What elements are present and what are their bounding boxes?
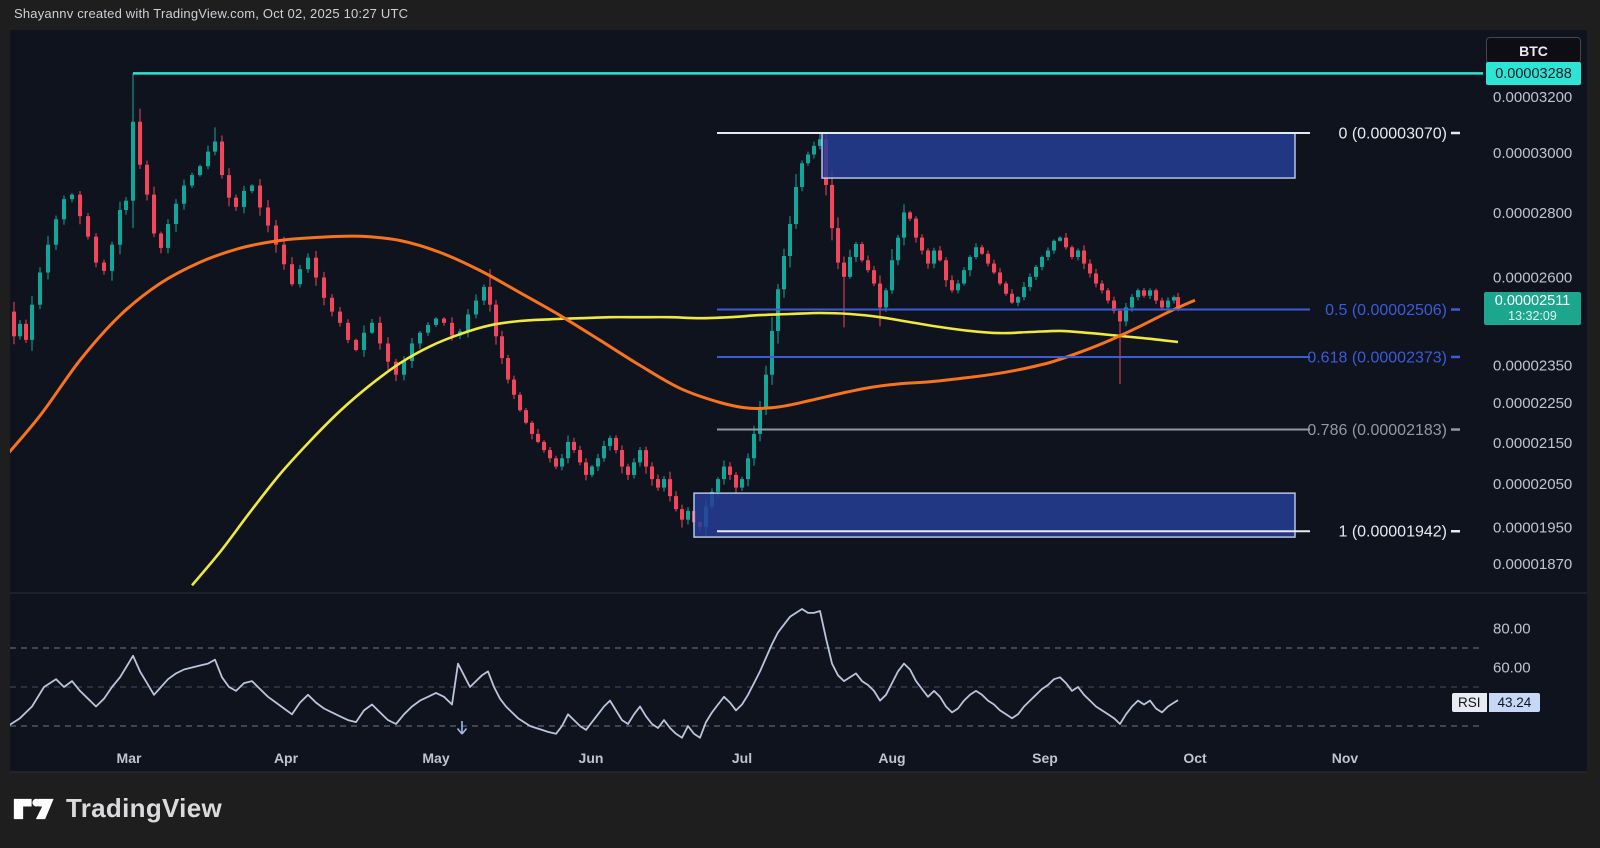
current-price-label: 0.00002511 13:32:09 [1484, 292, 1581, 325]
rsi-value-chip: 43.24 [1489, 693, 1541, 712]
chart-widget[interactable] [10, 30, 1587, 772]
symbol-button[interactable]: BTC [1486, 37, 1581, 64]
bar-countdown: 13:32:09 [1508, 310, 1557, 324]
current-price-value: 0.00002511 [1495, 294, 1571, 310]
tradingview-logo-text: TradingView [66, 793, 222, 824]
line-price-label: 0.00003288 [1486, 62, 1581, 85]
rsi-axis-label: RSI 43.24 [1452, 693, 1540, 712]
tradingview-logo[interactable]: TradingView [13, 793, 222, 824]
rsi-title-chip: RSI [1452, 693, 1487, 712]
header-credit: Shayannv created with TradingView.com, O… [14, 6, 408, 21]
tradingview-logo-icon [13, 794, 57, 824]
tradingview-snapshot: Shayannv created with TradingView.com, O… [0, 0, 1600, 848]
